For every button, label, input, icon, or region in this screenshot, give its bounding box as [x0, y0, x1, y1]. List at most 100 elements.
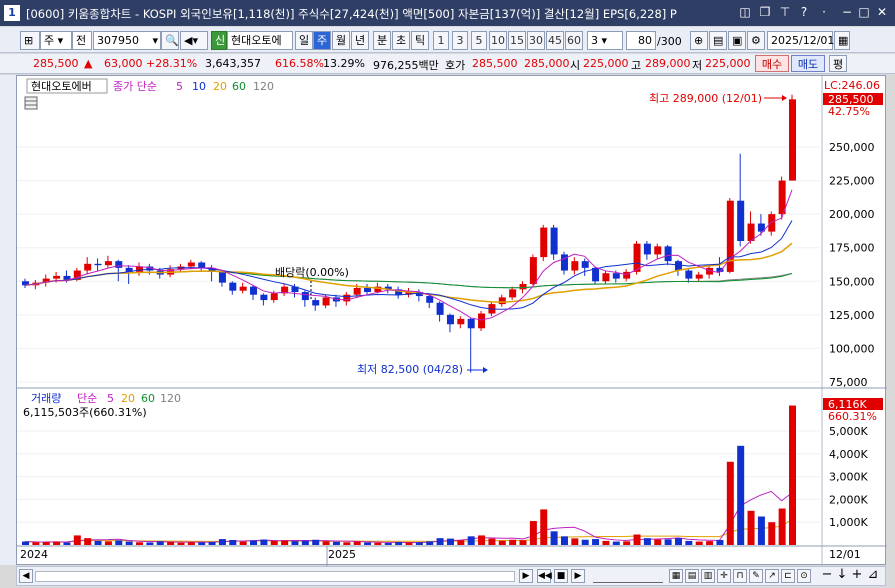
ruler-icon[interactable]: ⊏: [781, 569, 795, 583]
chart-area[interactable]: 250,000 225,000 200,000 175,000 150,000 125,0…: [16, 75, 887, 566]
candle-body: [260, 294, 268, 301]
ma20-legend: 20: [213, 80, 227, 93]
type-select[interactable]: 주 ▾: [40, 31, 72, 50]
chart-toolbar: ⊞ 주 ▾ 전 307950 ▾ 🔍 ◀▾ 신 현대오토에 일 주 월 년 분 초…: [0, 27, 895, 53]
minute-select[interactable]: 3 ▾: [587, 31, 623, 50]
volume-bar: [156, 541, 164, 545]
pin-icon[interactable]: ⊤: [778, 5, 792, 19]
candle-body: [239, 286, 247, 291]
volume-bar: [229, 539, 237, 545]
scroll-left-button[interactable]: ◀: [19, 569, 33, 583]
rewind-button[interactable]: ◀◀: [537, 569, 552, 583]
close-icon[interactable]: ✕: [875, 5, 889, 19]
candle-body: [218, 271, 226, 283]
price-tick-label: 75,000: [829, 376, 868, 389]
trade-amount: 976,255백만: [373, 59, 439, 72]
chart-list-icon[interactable]: ▤: [685, 569, 699, 583]
up-triangle-icon: ▲: [84, 57, 93, 70]
dropdown-icon[interactable]: ·: [817, 5, 831, 19]
period-week[interactable]: 주: [313, 31, 331, 50]
volume-pct-label: 660.31%: [828, 410, 877, 423]
stock-code-input[interactable]: 307950 ▾: [93, 31, 161, 50]
crosshair-icon[interactable]: ✛: [717, 569, 731, 583]
floppy-icon[interactable]: ▣: [728, 31, 746, 50]
chart-split-icon[interactable]: ▥: [701, 569, 715, 583]
chart-grid-icon[interactable]: ▦: [669, 569, 683, 583]
play-button[interactable]: ▶: [571, 569, 585, 583]
maximize-icon[interactable]: □: [857, 5, 871, 19]
sell-button[interactable]: 매도: [791, 55, 825, 72]
buy-button[interactable]: 매수: [755, 55, 789, 72]
period-year[interactable]: 년: [351, 31, 369, 50]
gear-icon[interactable]: ⚙: [747, 31, 765, 50]
minute-1[interactable]: 1: [433, 31, 449, 50]
minute-30[interactable]: 30: [527, 31, 545, 50]
price-tick-label: 150,000: [829, 275, 875, 288]
chart-settings-icon[interactable]: ⊞: [20, 31, 40, 50]
period-minute[interactable]: 분: [373, 31, 391, 50]
volume-bar: [592, 539, 600, 545]
save-icon[interactable]: ▤: [709, 31, 727, 50]
volume-bar: [706, 541, 714, 545]
link-icon[interactable]: ◫: [738, 5, 752, 19]
volume-bar: [167, 542, 175, 545]
turnover-rate: 13.29%: [323, 57, 365, 70]
move-right-button[interactable]: ⊿: [866, 568, 880, 583]
zoom-icon[interactable]: ⊕: [690, 31, 708, 50]
search-icon[interactable]: ⊙: [797, 569, 811, 583]
type-select-value: 주: [44, 34, 55, 47]
candle-body: [426, 296, 434, 303]
minute-3[interactable]: 3: [452, 31, 468, 50]
trend-icon[interactable]: ↗: [765, 569, 779, 583]
candle-body: [436, 302, 444, 315]
sound-icon[interactable]: ◀▾: [180, 31, 208, 50]
period-day[interactable]: 일: [295, 31, 313, 50]
minute-45[interactable]: 45: [546, 31, 564, 50]
candle-body: [343, 294, 351, 302]
volume-bar: [395, 542, 403, 545]
calendar-icon[interactable]: ▦: [834, 31, 850, 50]
minute-5[interactable]: 5: [471, 31, 487, 50]
candle-body: [643, 243, 651, 255]
magnet-icon[interactable]: ⊓: [733, 569, 747, 583]
market-select[interactable]: 전: [72, 31, 92, 50]
draw-icon[interactable]: ✎: [749, 569, 763, 583]
x-label-2025: 2025: [328, 548, 356, 561]
speed-slider[interactable]: [593, 570, 663, 583]
period-second[interactable]: 초: [392, 31, 410, 50]
candle-body: [301, 292, 309, 301]
period-month[interactable]: 월: [332, 31, 350, 50]
minute-15[interactable]: 15: [508, 31, 526, 50]
volume-bar: [623, 541, 631, 545]
volume-value: 3,643,357: [205, 57, 261, 70]
zoom-in-button[interactable]: +: [850, 568, 864, 583]
zoom-out-button[interactable]: −: [820, 568, 834, 583]
volume-ma-label: 단순: [77, 392, 97, 405]
price-volume-chart[interactable]: 250,000 225,000 200,000 175,000 150,000 125,0…: [17, 76, 887, 566]
restore-icon[interactable]: ❐: [758, 5, 772, 19]
table-icon[interactable]: [24, 96, 38, 110]
price-tick-label: 200,000: [829, 208, 875, 221]
stock-name: 현대오토에: [227, 31, 293, 50]
scroll-right-button[interactable]: ▶: [519, 569, 533, 583]
move-left-button[interactable]: ↓: [835, 568, 849, 583]
candle-body: [229, 282, 237, 291]
stop-button[interactable]: ■: [554, 569, 568, 583]
period-tick[interactable]: 틱: [411, 31, 429, 50]
dividend-annotation: 배당락(0.00%): [275, 266, 349, 279]
count-input[interactable]: 80: [626, 31, 656, 50]
volume-tick-label: 2,000K: [829, 493, 868, 506]
search-icon[interactable]: 🔍: [161, 31, 179, 50]
volume-bar: [612, 541, 620, 545]
minute-10[interactable]: 10: [489, 31, 507, 50]
price-y-axis: 250,000 225,000 200,000 175,000 150,000 125,0…: [829, 141, 875, 529]
help-icon[interactable]: ?: [797, 5, 811, 19]
volume-bar: [737, 445, 745, 545]
candle-body: [664, 246, 672, 262]
minimize-icon[interactable]: −: [840, 5, 854, 19]
date-input[interactable]: 2025/12/01: [767, 31, 834, 50]
candle-body: [270, 293, 278, 301]
minute-60[interactable]: 60: [565, 31, 583, 50]
eval-button[interactable]: 평: [829, 55, 847, 72]
horizontal-scrollbar[interactable]: [35, 571, 515, 582]
